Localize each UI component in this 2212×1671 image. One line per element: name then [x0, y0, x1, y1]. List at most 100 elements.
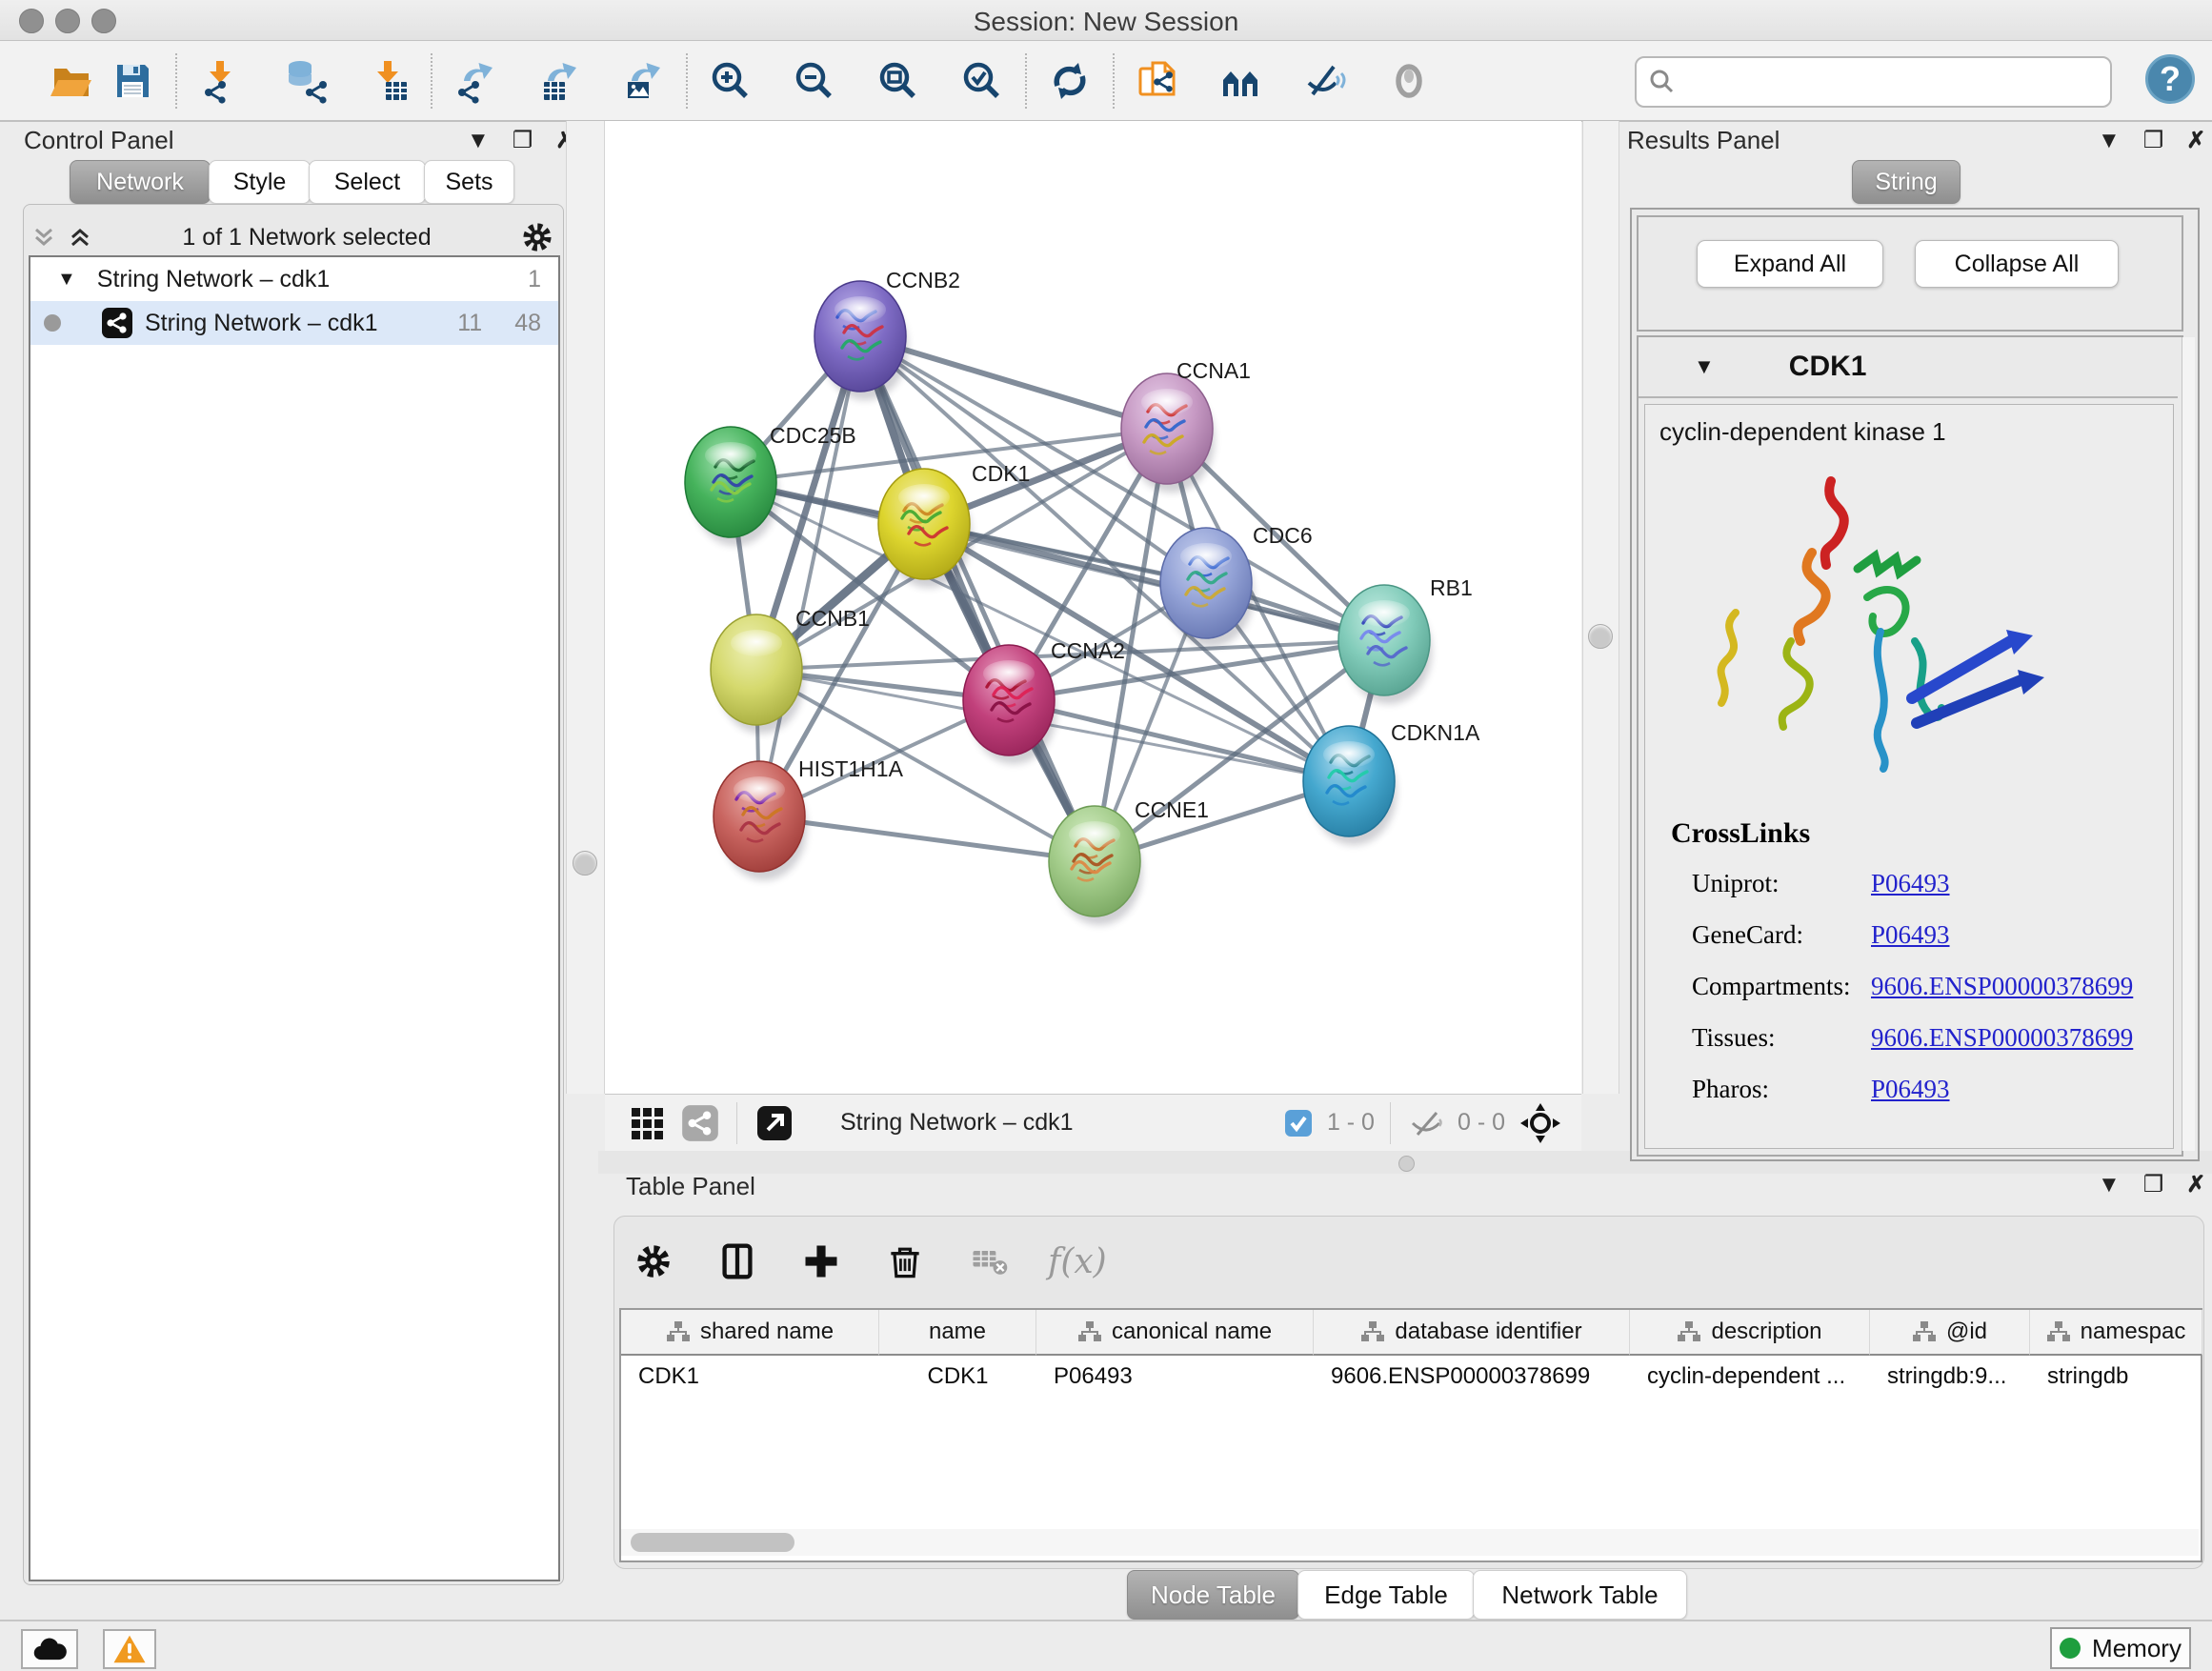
- hide-graphics-details-icon[interactable]: [1301, 57, 1349, 105]
- selected-checkbox-icon[interactable]: [1283, 1108, 1314, 1138]
- panel-collapse-icon[interactable]: ▼: [2098, 130, 2121, 152]
- network-collection-row[interactable]: ▼ String Network – cdk1 1: [30, 257, 558, 301]
- column-header-database-identifier[interactable]: database identifier: [1314, 1310, 1630, 1356]
- tab-network[interactable]: Network: [70, 160, 211, 204]
- zoom-out-icon[interactable]: [791, 57, 838, 105]
- table-cell[interactable]: CDK1: [879, 1358, 1036, 1396]
- export-network-icon[interactable]: [452, 57, 499, 105]
- tab-network-table[interactable]: Network Table: [1473, 1570, 1687, 1620]
- table-cell[interactable]: cyclin-dependent ...: [1630, 1358, 1870, 1396]
- cloud-status-button[interactable]: [21, 1629, 78, 1669]
- node-label-CCNE1[interactable]: CCNE1: [1135, 797, 1209, 822]
- column-header-description[interactable]: description: [1630, 1310, 1870, 1356]
- node-label-RB1[interactable]: RB1: [1430, 575, 1473, 600]
- import-network-database-icon[interactable]: [280, 57, 328, 105]
- node-label-CCNA1[interactable]: CCNA1: [1176, 358, 1251, 383]
- collapse-all-button[interactable]: Collapse All: [1915, 240, 2119, 288]
- delete-column-icon[interactable]: [880, 1237, 930, 1286]
- expand-all-icon[interactable]: [65, 224, 95, 251]
- fit-selection-crosshair-icon[interactable]: [1518, 1101, 1562, 1145]
- tab-edge-table[interactable]: Edge Table: [1297, 1570, 1475, 1620]
- import-table-icon[interactable]: [364, 57, 412, 105]
- node-label-CDC6[interactable]: CDC6: [1253, 523, 1313, 548]
- export-table-icon[interactable]: [535, 57, 583, 105]
- right-splitter-handle[interactable]: [1588, 624, 1613, 649]
- section-expand-icon[interactable]: ▼: [1694, 354, 1715, 379]
- network-tree: ▼ String Network – cdk1 1 String Network…: [29, 255, 560, 1581]
- collapse-all-icon[interactable]: [29, 224, 59, 251]
- panel-close-icon[interactable]: ✗: [2186, 1174, 2205, 1197]
- crosslink-link[interactable]: 9606.ENSP00000378699: [1871, 1023, 2133, 1053]
- table-settings-gear-icon[interactable]: [629, 1237, 678, 1286]
- left-splitter[interactable]: [566, 121, 605, 1094]
- table-cell[interactable]: stringdb: [2030, 1358, 2202, 1396]
- first-neighbors-icon[interactable]: [1217, 57, 1265, 105]
- node-label-CDK1[interactable]: CDK1: [972, 461, 1030, 486]
- table-hscrollbar-thumb[interactable]: [631, 1533, 794, 1552]
- node-label-CCNB2[interactable]: CCNB2: [886, 268, 960, 292]
- column-header-shared-name[interactable]: shared name: [621, 1310, 879, 1356]
- crosslink-link[interactable]: 9606.ENSP00000378699: [1871, 972, 2133, 1001]
- node-table[interactable]: shared namename canonical name database …: [619, 1308, 2202, 1562]
- node-label-HIST1H1A[interactable]: HIST1H1A: [798, 756, 904, 781]
- hidden-eye-icon[interactable]: [1408, 1105, 1444, 1141]
- open-session-icon[interactable]: [48, 57, 95, 105]
- zoom-in-icon[interactable]: [707, 57, 754, 105]
- tree-expand-icon[interactable]: ▼: [57, 269, 76, 291]
- panel-collapse-icon[interactable]: ▼: [467, 130, 490, 152]
- import-network-icon[interactable]: [196, 57, 244, 105]
- warning-status-button[interactable]: [103, 1629, 156, 1669]
- network-canvas[interactable]: CCNB2 CCNA1 CDC25B CDK1 CDC6 RB1 CCNB1 CCNA2 CDK…: [605, 121, 1581, 1094]
- zoom-fit-content-icon[interactable]: [875, 57, 922, 105]
- save-session-icon[interactable]: [109, 57, 156, 105]
- node-label-CCNA2[interactable]: CCNA2: [1051, 638, 1125, 663]
- right-splitter[interactable]: [1582, 121, 1619, 1094]
- gene-section-header[interactable]: ▼ CDK1: [1639, 337, 2178, 398]
- column-header-name[interactable]: name: [879, 1310, 1036, 1356]
- left-splitter-handle[interactable]: [573, 851, 597, 876]
- memory-button[interactable]: Memory: [2050, 1627, 2191, 1669]
- table-cell[interactable]: stringdb:9...: [1870, 1358, 2030, 1396]
- network-row[interactable]: String Network – cdk1 11 48: [30, 301, 558, 345]
- duplicate-network-icon[interactable]: [1134, 57, 1181, 105]
- crosslink-link[interactable]: P06493: [1871, 920, 1950, 950]
- crosslink-link[interactable]: P06493: [1871, 1075, 1950, 1104]
- open-in-window-icon[interactable]: [754, 1103, 794, 1143]
- node-label-CDC25B[interactable]: CDC25B: [770, 423, 856, 448]
- tab-select[interactable]: Select: [309, 160, 426, 204]
- gear-icon[interactable]: [518, 218, 556, 256]
- tab-node-table[interactable]: Node Table: [1127, 1570, 1299, 1620]
- column-header-namespac[interactable]: namespac: [2030, 1310, 2202, 1356]
- table-hscrollbar[interactable]: [621, 1529, 2199, 1556]
- network-edges[interactable]: [731, 336, 1384, 861]
- panel-float-icon[interactable]: ❐: [513, 130, 533, 152]
- table-cell[interactable]: 9606.ENSP00000378699: [1314, 1358, 1630, 1396]
- column-header-@id[interactable]: @id: [1870, 1310, 2030, 1356]
- node-label-CDKN1A[interactable]: CDKN1A: [1391, 720, 1480, 745]
- tab-style[interactable]: Style: [209, 160, 311, 204]
- expand-all-button[interactable]: Expand All: [1697, 240, 1883, 288]
- export-image-icon[interactable]: [619, 57, 667, 105]
- show-columns-icon[interactable]: [713, 1237, 762, 1286]
- column-header-canonical-name[interactable]: canonical name: [1036, 1310, 1314, 1356]
- table-cell[interactable]: P06493: [1036, 1358, 1314, 1396]
- panel-close-icon[interactable]: ✗: [2186, 130, 2205, 152]
- panel-float-icon[interactable]: ❐: [2143, 1174, 2164, 1197]
- panel-float-icon[interactable]: ❐: [2143, 130, 2164, 152]
- tab-string[interactable]: String: [1852, 160, 1961, 204]
- table-cell[interactable]: CDK1: [621, 1358, 879, 1396]
- help-icon[interactable]: ?: [2145, 54, 2195, 104]
- node-label-CCNB1[interactable]: CCNB1: [795, 606, 870, 631]
- crosslink-link[interactable]: P06493: [1871, 869, 1950, 898]
- add-column-icon[interactable]: [796, 1237, 846, 1286]
- panel-collapse-icon[interactable]: ▼: [2098, 1174, 2121, 1197]
- birdseye-grid-icon[interactable]: [628, 1104, 666, 1142]
- search-box[interactable]: [1635, 56, 2112, 108]
- tab-sets[interactable]: Sets: [424, 160, 514, 204]
- results-scrollbar[interactable]: [2182, 337, 2195, 1151]
- apply-preferred-layout-icon[interactable]: [1046, 57, 1094, 105]
- share-network-icon[interactable]: [681, 1104, 719, 1142]
- zoom-selected-icon[interactable]: [958, 57, 1006, 105]
- search-input[interactable]: [1684, 62, 2110, 102]
- show-graphics-details-icon[interactable]: [1385, 57, 1433, 105]
